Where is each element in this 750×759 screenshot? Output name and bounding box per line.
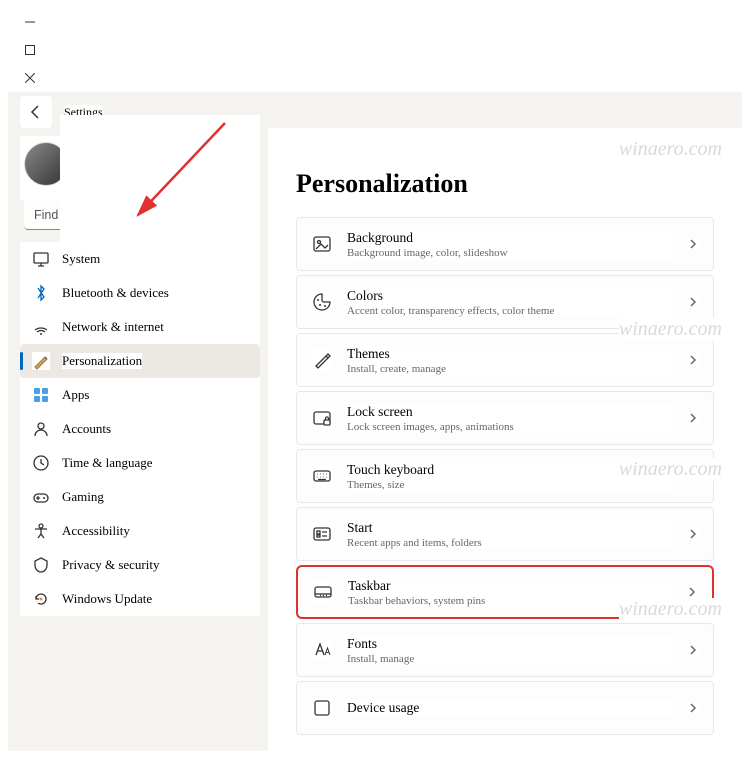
chevron-right-icon bbox=[687, 528, 699, 540]
card-keyboard[interactable]: Touch keyboard Themes, size bbox=[296, 449, 714, 503]
card-background[interactable]: Background Background image, color, slid… bbox=[296, 217, 714, 271]
bluetooth-icon bbox=[32, 284, 50, 302]
sidebar: Taras Buria user@example System Bluetooth… bbox=[8, 128, 268, 751]
card-taskbar[interactable]: Taskbar Taskbar behaviors, system pins bbox=[296, 565, 714, 619]
card-subtitle: Taskbar behaviors, system pins bbox=[348, 595, 672, 607]
colors-icon bbox=[311, 291, 333, 313]
back-button[interactable] bbox=[20, 96, 52, 128]
sidebar-item-update[interactable]: Windows Update bbox=[20, 582, 260, 616]
sidebar-item-label: System bbox=[62, 251, 100, 267]
accounts-icon bbox=[32, 420, 50, 438]
user-name: Taras Buria bbox=[78, 147, 152, 163]
main-content: Personalization Background Background im… bbox=[268, 128, 742, 751]
search-input[interactable] bbox=[24, 200, 256, 230]
chevron-right-icon bbox=[687, 238, 699, 250]
accessibility-icon bbox=[32, 522, 50, 540]
chevron-right-icon bbox=[687, 354, 699, 366]
background-icon bbox=[311, 233, 333, 255]
avatar bbox=[24, 142, 68, 186]
sidebar-item-apps[interactable]: Apps bbox=[20, 378, 260, 412]
chevron-right-icon bbox=[686, 586, 698, 598]
themes-icon bbox=[311, 349, 333, 371]
apps-icon bbox=[32, 386, 50, 404]
sidebar-item-network[interactable]: Network & internet bbox=[20, 310, 260, 344]
sidebar-item-accounts[interactable]: Accounts bbox=[20, 412, 260, 446]
network-icon bbox=[32, 318, 50, 336]
sidebar-item-time[interactable]: Time & language bbox=[20, 446, 260, 480]
card-subtitle: Themes, size bbox=[347, 479, 673, 491]
card-subtitle: Background image, color, slideshow bbox=[347, 247, 673, 259]
card-title: Background bbox=[347, 230, 673, 246]
device-icon bbox=[311, 697, 333, 719]
user-account-row[interactable]: Taras Buria user@example bbox=[20, 136, 260, 200]
card-title: Touch keyboard bbox=[347, 462, 673, 478]
sidebar-item-privacy[interactable]: Privacy & security bbox=[20, 548, 260, 582]
card-title: Start bbox=[347, 520, 673, 536]
sidebar-item-gaming[interactable]: Gaming bbox=[20, 480, 260, 514]
time-icon bbox=[32, 454, 50, 472]
card-title: Device usage bbox=[347, 700, 673, 716]
sidebar-item-label: Personalization bbox=[62, 353, 142, 369]
sidebar-item-personalization[interactable]: Personalization bbox=[20, 344, 260, 378]
sidebar-item-label: Network & internet bbox=[62, 319, 164, 335]
card-title: Fonts bbox=[347, 636, 673, 652]
settings-window: Settings Taras Buria user@example System… bbox=[8, 8, 742, 751]
sidebar-item-label: Accessibility bbox=[62, 523, 130, 539]
card-themes[interactable]: Themes Install, create, manage bbox=[296, 333, 714, 387]
card-title: Themes bbox=[347, 346, 673, 362]
page-title: Personalization bbox=[296, 169, 714, 199]
sidebar-item-label: Windows Update bbox=[62, 591, 152, 607]
sidebar-item-label: Privacy & security bbox=[62, 557, 159, 573]
card-subtitle: Install, manage bbox=[347, 653, 673, 665]
watermark: winaero.com bbox=[619, 138, 722, 161]
taskbar-icon bbox=[312, 581, 334, 603]
card-title: Lock screen bbox=[347, 404, 673, 420]
card-colors[interactable]: Colors Accent color, transparency effect… bbox=[296, 275, 714, 329]
update-icon bbox=[32, 590, 50, 608]
sidebar-item-label: Gaming bbox=[62, 489, 104, 505]
card-lock[interactable]: Lock screen Lock screen images, apps, an… bbox=[296, 391, 714, 445]
personalization-icon bbox=[32, 352, 50, 370]
card-device[interactable]: Device usage bbox=[296, 681, 714, 735]
sidebar-nav: System Bluetooth & devices Network & inter… bbox=[20, 242, 260, 616]
sidebar-item-label: Bluetooth & devices bbox=[62, 285, 169, 301]
cards-list: Background Background image, color, slid… bbox=[296, 217, 714, 735]
chevron-right-icon bbox=[687, 412, 699, 424]
sidebar-item-label: Accounts bbox=[62, 421, 111, 437]
start-icon bbox=[311, 523, 333, 545]
sidebar-item-label: Apps bbox=[62, 387, 89, 403]
minimize-button[interactable] bbox=[8, 8, 52, 36]
system-icon bbox=[32, 250, 50, 268]
card-subtitle: Install, create, manage bbox=[347, 363, 673, 375]
privacy-icon bbox=[32, 556, 50, 574]
card-start[interactable]: Start Recent apps and items, folders bbox=[296, 507, 714, 561]
gaming-icon bbox=[32, 488, 50, 506]
sidebar-item-accessibility[interactable]: Accessibility bbox=[20, 514, 260, 548]
card-subtitle: Lock screen images, apps, animations bbox=[347, 421, 673, 433]
app-title: Settings bbox=[64, 105, 103, 120]
card-subtitle: Recent apps and items, folders bbox=[347, 537, 673, 549]
card-title: Taskbar bbox=[348, 578, 672, 594]
card-fonts[interactable]: Fonts Install, manage bbox=[296, 623, 714, 677]
maximize-button[interactable] bbox=[8, 36, 52, 64]
app-header: Settings bbox=[8, 92, 742, 128]
sidebar-item-bluetooth[interactable]: Bluetooth & devices bbox=[20, 276, 260, 310]
user-email-masked: user@example bbox=[78, 166, 152, 180]
lock-icon bbox=[311, 407, 333, 429]
chevron-right-icon bbox=[687, 702, 699, 714]
chevron-right-icon bbox=[687, 644, 699, 656]
card-title: Colors bbox=[347, 288, 673, 304]
chevron-right-icon bbox=[687, 470, 699, 482]
fonts-icon bbox=[311, 639, 333, 661]
sidebar-item-label: Time & language bbox=[62, 455, 153, 471]
chevron-right-icon bbox=[687, 296, 699, 308]
keyboard-icon bbox=[311, 465, 333, 487]
close-button[interactable] bbox=[8, 64, 52, 92]
titlebar bbox=[8, 8, 742, 92]
sidebar-item-system[interactable]: System bbox=[20, 242, 260, 276]
search-icon bbox=[232, 208, 246, 222]
card-subtitle: Accent color, transparency effects, colo… bbox=[347, 305, 673, 317]
